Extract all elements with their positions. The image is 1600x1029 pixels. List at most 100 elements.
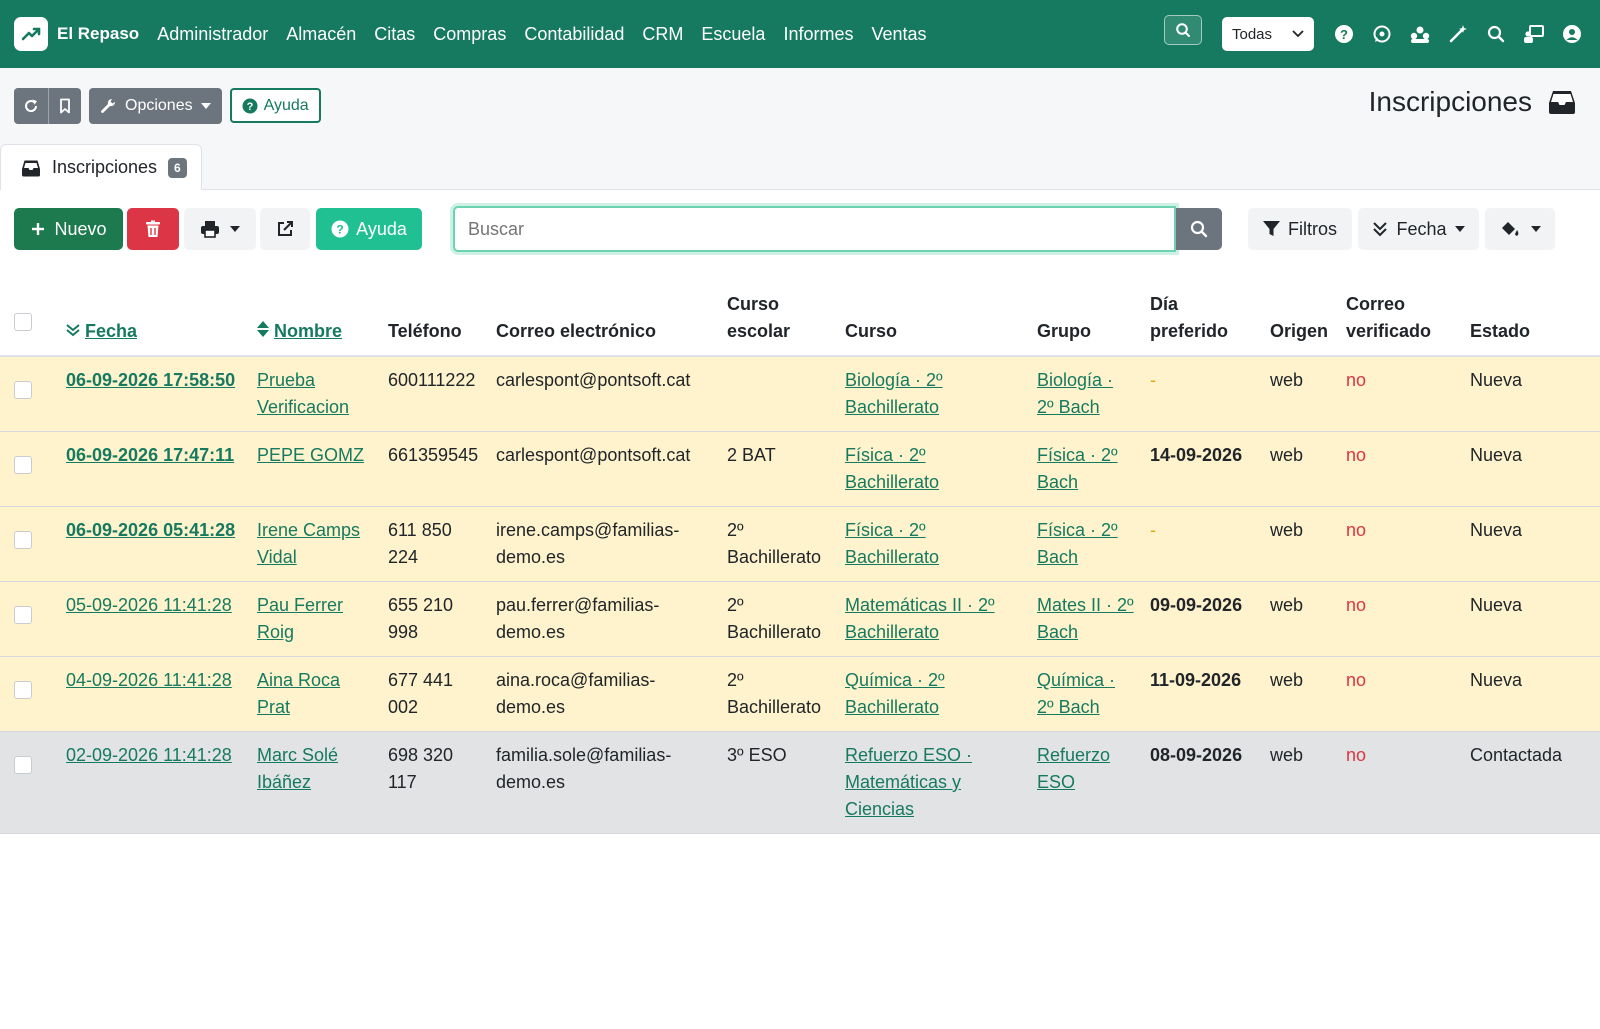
tab-label: Inscripciones [52, 157, 158, 177]
cell-origen: web [1262, 356, 1338, 432]
reload-button[interactable] [14, 88, 48, 124]
search-input[interactable] [453, 206, 1176, 252]
nav-item-contabilidad[interactable]: Contabilidad [524, 24, 624, 45]
brand-name: El Repaso [57, 24, 140, 43]
grupo-link[interactable]: Mates II · 2º Bach [1037, 595, 1134, 642]
row-checkbox[interactable] [14, 381, 32, 399]
nav-item-almacen[interactable]: Almacén [286, 24, 356, 45]
nav-item-ventas[interactable]: Ventas [871, 24, 926, 45]
curso-link[interactable]: Refuerzo ESO · Matemáticas y Ciencias [845, 745, 972, 819]
nav-search-button[interactable] [1164, 15, 1202, 45]
caret-down-icon [1454, 226, 1465, 232]
search-icon [1190, 220, 1208, 238]
grupo-link[interactable]: Refuerzo ESO [1037, 745, 1110, 792]
refresh-icon [25, 99, 38, 112]
cell-fecha: 02-09-2026 11:41:28 [58, 731, 249, 834]
row-select-cell [0, 356, 58, 432]
tab-inscripciones[interactable]: Inscripciones 6 [0, 144, 202, 190]
brand[interactable]: El Repaso [14, 17, 139, 51]
table-row[interactable]: 02-09-2026 11:41:28 Marc Solé Ibáñez 698 3… [0, 731, 1600, 834]
nombre-link[interactable]: Aina Roca Prat [257, 670, 340, 717]
help-circle-icon[interactable]: ? [1330, 20, 1358, 48]
header-nombre-label[interactable]: Nombre [274, 321, 342, 341]
row-checkbox[interactable] [14, 531, 32, 549]
curso-link[interactable]: Biología · 2º Bachillerato [845, 370, 943, 417]
curso-link[interactable]: Matemáticas II · 2º Bachillerato [845, 595, 995, 642]
nombre-link[interactable]: Irene Camps Vidal [257, 520, 360, 567]
row-checkbox[interactable] [14, 456, 32, 474]
fecha-link[interactable]: 04-09-2026 11:41:28 [66, 670, 232, 690]
table-row[interactable]: 06-09-2026 05:41:28 Irene Camps Vidal 611 … [0, 506, 1600, 582]
curso-link[interactable]: Física · 2º Bachillerato [845, 520, 939, 567]
cell-estado: Nueva [1462, 431, 1600, 507]
row-checkbox[interactable] [14, 756, 32, 774]
cell-correo-verificado: no [1338, 431, 1462, 507]
page-toolbar: Opciones ? Ayuda [14, 88, 321, 124]
chalkboard-teacher-icon[interactable] [1520, 20, 1548, 48]
cell-curso: Química · 2º Bachillerato [837, 656, 1029, 732]
row-checkbox[interactable] [14, 681, 32, 699]
nav-item-citas[interactable]: Citas [374, 24, 415, 45]
bookmark-button[interactable] [48, 88, 81, 124]
sort-descending-icon [66, 324, 80, 337]
nav-item-escuela[interactable]: Escuela [701, 24, 765, 45]
select-all-cell [0, 281, 58, 357]
caret-down-icon [200, 103, 211, 109]
help-button[interactable]: ? Ayuda [229, 88, 321, 123]
user-circle-icon[interactable] [1558, 20, 1586, 48]
header-fecha[interactable]: Fecha [58, 281, 249, 357]
fecha-link[interactable]: 06-09-2026 05:41:28 [66, 520, 235, 540]
search-button[interactable] [1176, 208, 1222, 250]
table-row[interactable]: 04-09-2026 11:41:28 Aina Roca Prat 677 441… [0, 656, 1600, 732]
users-group-icon[interactable] [1406, 20, 1434, 48]
cell-correo: irene.camps@familias-demo.es [488, 506, 719, 582]
nombre-link[interactable]: PEPE GOMZ [257, 445, 364, 465]
color-options-button[interactable] [1485, 208, 1555, 250]
nombre-link[interactable]: Marc Solé Ibáñez [257, 745, 338, 792]
search-icon[interactable] [1482, 20, 1510, 48]
header-fecha-label[interactable]: Fecha [85, 321, 137, 341]
nav-item-crm[interactable]: CRM [642, 24, 683, 45]
curso-link[interactable]: Física · 2º Bachillerato [845, 445, 939, 492]
cell-nombre: Marc Solé Ibáñez [249, 731, 380, 834]
table-row[interactable]: 06-09-2026 17:47:11 PEPE GOMZ 661359545 car… [0, 431, 1600, 507]
page-header: Opciones ? Ayuda [0, 68, 1600, 190]
open-external-button[interactable] [260, 208, 310, 250]
table-row[interactable]: 06-09-2026 17:58:50 Prueba Verificacion 60… [0, 356, 1600, 432]
grupo-link[interactable]: Química · 2º Bach [1037, 670, 1115, 717]
print-dropdown-button[interactable] [184, 208, 256, 250]
cell-correo-verificado: no [1338, 656, 1462, 732]
trash-icon [146, 220, 160, 237]
fecha-link[interactable]: 02-09-2026 11:41:28 [66, 745, 232, 765]
options-dropdown-button[interactable]: Opciones [89, 88, 222, 124]
cell-nombre: Pau Ferrer Roig [249, 581, 380, 657]
nombre-link[interactable]: Pau Ferrer Roig [257, 595, 343, 642]
row-select-cell [0, 581, 58, 657]
grupo-link[interactable]: Biología · 2º Bach [1037, 370, 1113, 417]
company-select[interactable]: Todas [1222, 17, 1314, 51]
help-list-button[interactable]: ? Ayuda [316, 208, 422, 250]
delete-button[interactable] [127, 208, 179, 250]
sort-descending-icon [1373, 222, 1388, 237]
fecha-link[interactable]: 05-09-2026 11:41:28 [66, 595, 232, 615]
new-button[interactable]: Nuevo [14, 208, 123, 250]
filters-button[interactable]: Filtros [1248, 208, 1352, 250]
sort-date-button[interactable]: Fecha [1358, 208, 1479, 250]
row-checkbox[interactable] [14, 606, 32, 624]
nav-item-informes[interactable]: Informes [783, 24, 853, 45]
printer-icon [201, 221, 219, 238]
table-row[interactable]: 05-09-2026 11:41:28 Pau Ferrer Roig 655 21… [0, 581, 1600, 657]
select-all-checkbox[interactable] [14, 313, 32, 331]
nav-item-compras[interactable]: Compras [433, 24, 506, 45]
curso-link[interactable]: Química · 2º Bachillerato [845, 670, 945, 717]
fecha-link[interactable]: 06-09-2026 17:47:11 [66, 445, 234, 465]
grupo-link[interactable]: Física · 2º Bach [1037, 445, 1118, 492]
whatsapp-icon[interactable] [1368, 20, 1396, 48]
fecha-link[interactable]: 06-09-2026 17:58:50 [66, 370, 235, 390]
nav-item-administrador[interactable]: Administrador [157, 24, 268, 45]
nombre-link[interactable]: Prueba Verificacion [257, 370, 349, 417]
magic-wand-icon[interactable] [1444, 20, 1472, 48]
cell-dia-preferido: 08-09-2026 [1142, 731, 1262, 834]
grupo-link[interactable]: Física · 2º Bach [1037, 520, 1118, 567]
header-nombre[interactable]: Nombre [249, 281, 380, 357]
